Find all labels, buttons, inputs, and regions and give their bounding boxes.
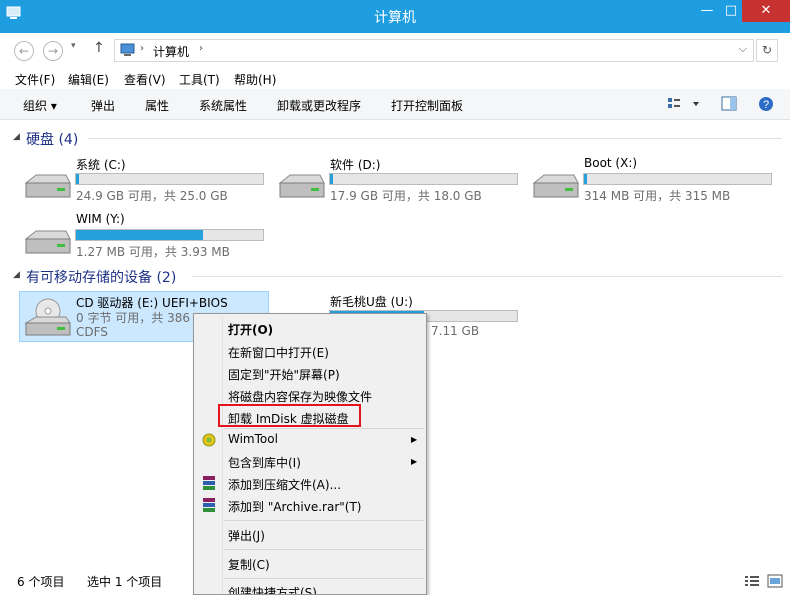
- collapse-removable-icon[interactable]: ◢: [13, 270, 20, 280]
- drive-usage-bar: [583, 173, 772, 185]
- forward-button[interactable]: →: [43, 41, 63, 61]
- drive-name: WIM (Y:): [76, 212, 125, 226]
- ctx-wimtool[interactable]: WimTool: [228, 432, 278, 446]
- address-toolbar: ← → ▾ ↑ › 计算机 › ⌵ ↻: [0, 33, 790, 66]
- drive-space-text: 314 MB 可用，共 315 MB: [584, 189, 731, 203]
- collapse-hdd-icon[interactable]: ◢: [13, 132, 20, 142]
- group-title-hdd: 硬盘 (4): [26, 132, 79, 148]
- wimtool-icon: [202, 433, 216, 447]
- hard-drive-icon: [532, 174, 579, 198]
- computer-icon: [120, 43, 135, 56]
- drive-x[interactable]: Boot (X:) 314 MB 可用，共 315 MB: [528, 156, 778, 204]
- submenu-arrow-icon: ▶: [411, 457, 418, 466]
- drive-usage-bar: [75, 173, 264, 185]
- window-title: 计算机: [374, 10, 416, 26]
- title-bar: 计算机 — □ ✕: [0, 0, 790, 33]
- ctx-open-new-window[interactable]: 在新窗口中打开(E): [228, 344, 329, 361]
- drive-usage-bar: [329, 173, 518, 185]
- ctx-eject[interactable]: 弹出(J): [228, 527, 265, 544]
- menu-edit[interactable]: 编辑(E): [68, 71, 109, 88]
- hard-drive-icon: [278, 174, 325, 198]
- menu-bar: 文件(F) 编辑(E) 查看(V) 工具(T) 帮助(H): [0, 68, 790, 89]
- maximize-button[interactable]: □: [720, 0, 742, 22]
- ctx-add-archive-rar[interactable]: 添加到 "Archive.rar"(T): [228, 498, 361, 515]
- command-bar: 组织 ▾ 弹出 属性 系统属性 卸载或更改程序 打开控制面板 ?: [0, 89, 790, 120]
- group-divider: [192, 276, 782, 277]
- breadcrumb-chevron-icon: ›: [140, 43, 144, 54]
- menu-tools[interactable]: 工具(T): [179, 71, 220, 88]
- system-properties-button[interactable]: 系统属性: [199, 97, 247, 114]
- open-control-panel-button[interactable]: 打开控制面板: [391, 97, 463, 114]
- highlight-box: [218, 404, 361, 427]
- svg-text:?: ?: [763, 99, 769, 111]
- menu-view[interactable]: 查看(V): [124, 71, 166, 88]
- ctx-create-shortcut[interactable]: 创建快捷方式(S): [228, 584, 317, 594]
- ctx-save-image[interactable]: 将磁盘内容保存为映像文件: [228, 388, 372, 405]
- menu-separator: [224, 428, 424, 429]
- group-title-removable: 有可移动存储的设备 (2): [26, 270, 177, 286]
- drive-name: 系统 (C:): [76, 158, 126, 172]
- selected-count: 选中 1 个项目: [87, 575, 163, 589]
- help-icon[interactable]: ?: [758, 96, 774, 112]
- drive-usage-fill: [76, 174, 79, 184]
- details-view-icon[interactable]: [744, 574, 760, 588]
- ctx-add-archive[interactable]: 添加到压缩文件(A)...: [228, 476, 341, 493]
- ctx-copy[interactable]: 复制(C): [228, 556, 270, 573]
- eject-button[interactable]: 弹出: [91, 97, 115, 114]
- properties-button[interactable]: 属性: [145, 97, 169, 114]
- hard-drive-icon: [24, 174, 71, 198]
- breadcrumb-computer[interactable]: 计算机: [153, 43, 189, 60]
- drive-filesystem-text: CDFS: [76, 325, 108, 339]
- menu-separator: [224, 549, 424, 550]
- drive-usage-fill: [584, 174, 587, 184]
- drive-name: 新毛桃U盘 (U:): [330, 295, 413, 309]
- drive-d[interactable]: 软件 (D:) 17.9 GB 可用，共 18.0 GB: [274, 158, 524, 204]
- context-menu: 打开(O) 在新窗口中打开(E) 固定到"开始"屏幕(P) 将磁盘内容保存为映像…: [193, 313, 427, 595]
- drive-name: 软件 (D:): [330, 158, 381, 172]
- preview-pane-icon[interactable]: [721, 96, 737, 112]
- drive-space-text: 0 字节 可用，共 386 MB: [76, 311, 213, 325]
- drive-usage-bar: [75, 229, 264, 241]
- menu-separator: [224, 520, 424, 521]
- hard-drive-icon: [24, 230, 71, 254]
- winrar-icon: [203, 498, 215, 512]
- drive-space-text: 17.9 GB 可用，共 18.0 GB: [330, 189, 482, 203]
- up-button[interactable]: ↑: [93, 40, 105, 56]
- winrar-icon: [203, 476, 215, 490]
- breadcrumb-chevron-icon[interactable]: ›: [199, 43, 203, 54]
- drive-space-text: 24.9 GB 可用，共 25.0 GB: [76, 189, 228, 203]
- drive-name: Boot (X:): [584, 156, 638, 170]
- drive-y[interactable]: WIM (Y:) 1.27 MB 可用，共 3.93 MB: [20, 212, 270, 260]
- minimize-button[interactable]: —: [694, 0, 720, 22]
- item-count: 6 个项目: [17, 575, 65, 589]
- address-dropdown-button[interactable]: ⌵: [739, 42, 747, 56]
- drive-space-text: 7.11 GB: [431, 324, 480, 338]
- ctx-pin-start[interactable]: 固定到"开始"屏幕(P): [228, 366, 340, 383]
- menu-separator: [224, 578, 424, 579]
- address-field[interactable]: › 计算机 › ⌵: [114, 39, 754, 62]
- drive-c[interactable]: 系统 (C:) 24.9 GB 可用，共 25.0 GB: [20, 158, 270, 204]
- menu-gutter: [222, 316, 223, 594]
- refresh-button[interactable]: ↻: [756, 39, 778, 62]
- submenu-arrow-icon: ▶: [411, 435, 418, 444]
- organize-button[interactable]: 组织 ▾: [23, 97, 57, 114]
- menu-help[interactable]: 帮助(H): [234, 71, 276, 88]
- ctx-include-library[interactable]: 包含到库中(I): [228, 454, 301, 471]
- cd-drive-icon: [24, 298, 71, 336]
- drive-usage-fill: [76, 230, 204, 240]
- group-divider: [88, 138, 782, 139]
- ctx-open[interactable]: 打开(O): [228, 321, 273, 338]
- change-view-icon[interactable]: [667, 97, 703, 111]
- uninstall-program-button[interactable]: 卸载或更改程序: [277, 97, 361, 114]
- recent-dropdown-icon[interactable]: ▾: [71, 41, 76, 51]
- close-button[interactable]: ✕: [742, 0, 790, 22]
- drive-usage-fill: [330, 174, 333, 184]
- drive-space-text: 1.27 MB 可用，共 3.93 MB: [76, 245, 230, 259]
- menu-file[interactable]: 文件(F): [15, 71, 55, 88]
- back-button[interactable]: ←: [14, 41, 34, 61]
- large-icons-view-icon[interactable]: [767, 574, 783, 588]
